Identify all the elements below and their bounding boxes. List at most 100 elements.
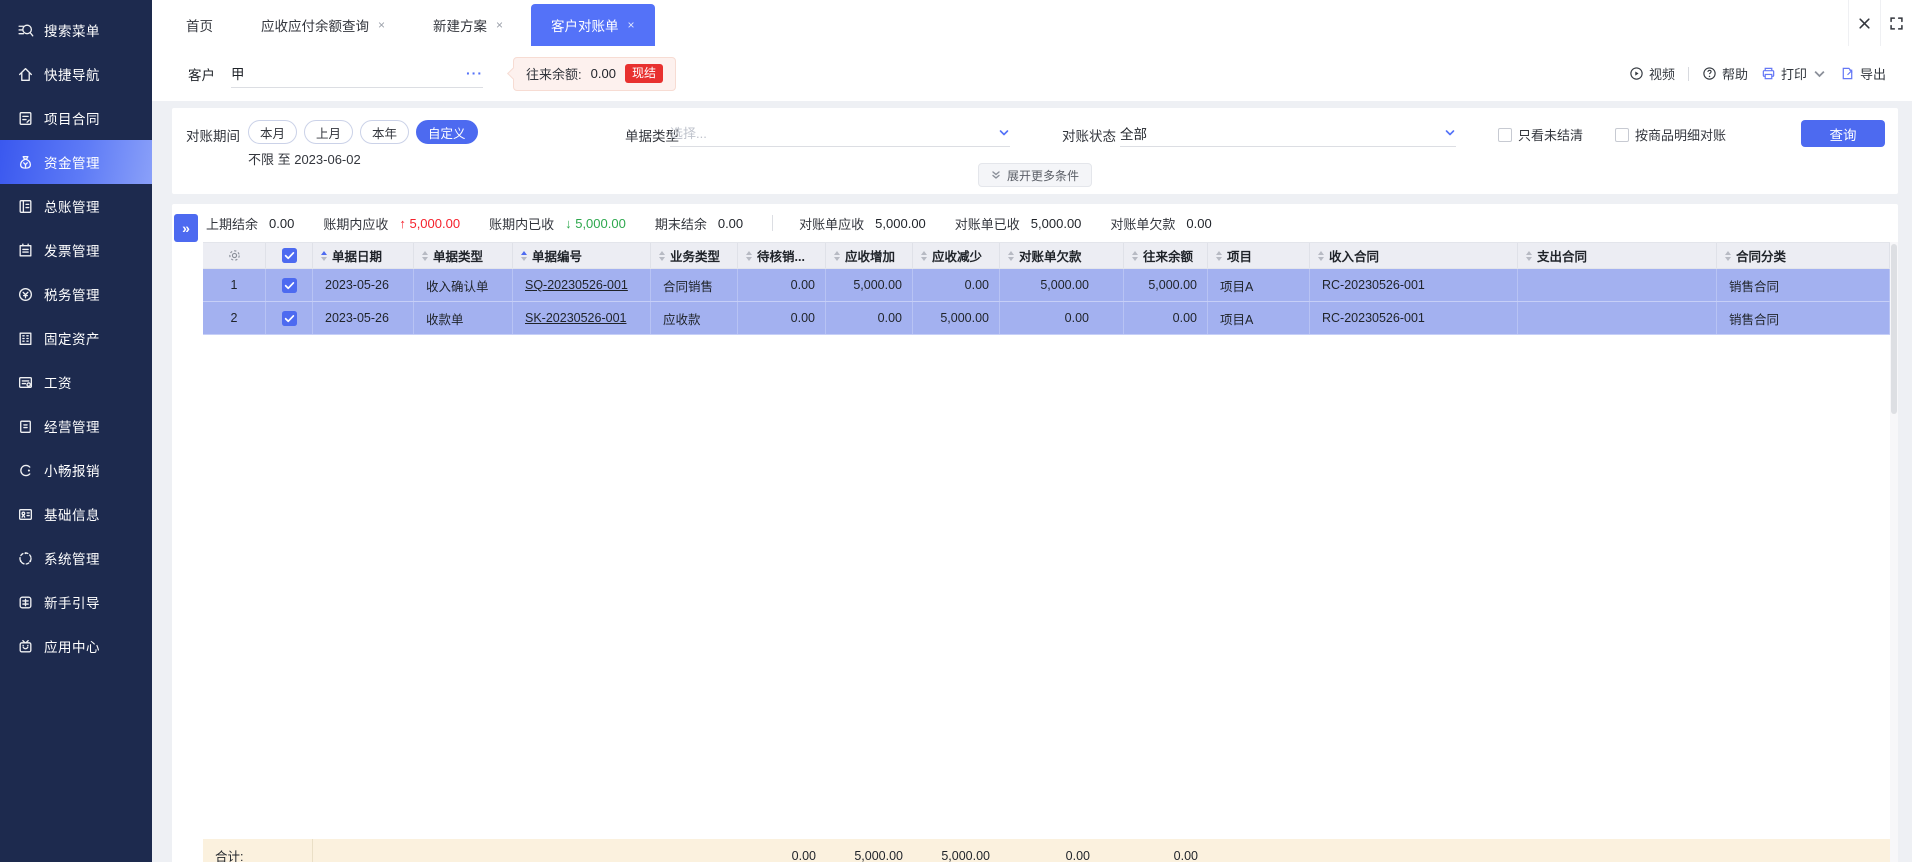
header-label: 单据日期 xyxy=(332,250,383,264)
cell-income-contract: RC-20230526-001 xyxy=(1310,302,1518,334)
chevron-down-icon[interactable] xyxy=(1812,66,1827,81)
tab-home[interactable]: 首页 xyxy=(166,4,233,46)
period-last-month[interactable]: 上月 xyxy=(304,120,354,144)
summary-label: 对账单欠款 xyxy=(1110,216,1176,232)
scrollbar-thumb[interactable] xyxy=(1891,244,1897,414)
date-range-value[interactable]: 不限 至 2023-06-02 xyxy=(248,149,361,168)
home-icon xyxy=(17,66,34,83)
sidebar-item-system-management[interactable]: 系统管理 xyxy=(0,536,152,580)
period-this-month[interactable]: 本月 xyxy=(248,120,298,144)
help-button[interactable]: 帮助 xyxy=(1702,64,1748,83)
sidebar-item-fixed-assets[interactable]: 固定资产 xyxy=(0,316,152,360)
summary-label: 对账单应收 xyxy=(799,216,865,232)
query-button[interactable]: 查询 xyxy=(1801,120,1885,147)
summary-value-up: ↑ 5,000.00 xyxy=(399,216,460,231)
sidebar-item-label: 基础信息 xyxy=(44,508,100,523)
status-select[interactable]: 全部 xyxy=(1120,119,1456,147)
id-card-icon xyxy=(17,506,34,523)
header-ar-decrease[interactable]: 应收减少 xyxy=(913,243,1000,268)
filter-panel: 对账期间 本月 上月 本年 自定义 不限 至 2023-06-02 单据类型 选… xyxy=(172,108,1898,194)
period-this-year[interactable]: 本年 xyxy=(360,120,410,144)
cell-project: 项目A xyxy=(1208,302,1310,334)
sidebar-item-invoice-management[interactable]: 发票管理 xyxy=(0,228,152,272)
toolbar-divider xyxy=(1687,66,1689,81)
building-icon xyxy=(17,330,34,347)
header-ar-increase[interactable]: 应收增加 xyxy=(826,243,913,268)
table-row[interactable]: 1 2023-05-26 收入确认单 SQ-20230526-001 合同销售 … xyxy=(203,269,1890,302)
header-doc-date[interactable]: 单据日期 xyxy=(313,243,414,268)
period-custom[interactable]: 自定义 xyxy=(416,120,478,144)
summary-label: 账期内已收 xyxy=(489,216,555,232)
sidebar-item-basic-info[interactable]: 基础信息 xyxy=(0,492,152,536)
header-stmt-debt[interactable]: 对账单欠款 xyxy=(1000,243,1124,268)
column-settings-header[interactable] xyxy=(203,243,266,268)
doc-no-link[interactable]: SK-20230526-001 xyxy=(525,311,626,325)
table-row[interactable]: 2 2023-05-26 收款单 SK-20230526-001 应收款 0.0… xyxy=(203,302,1890,335)
sidebar-item-funds-management[interactable]: 资金管理 xyxy=(0,140,152,184)
export-button[interactable]: 导出 xyxy=(1840,64,1886,83)
table-empty-area xyxy=(203,335,1890,839)
sidebar-item-label: 搜索菜单 xyxy=(44,24,100,39)
ledger-icon xyxy=(17,198,34,215)
search-menu-icon xyxy=(17,22,34,39)
header-doc-no[interactable]: 单据编号 xyxy=(513,243,651,268)
sidebar-item-app-center[interactable]: 应用中心 xyxy=(0,624,152,668)
header-contract-category[interactable]: 合同分类 xyxy=(1717,243,1890,268)
more-options-icon[interactable]: ··· xyxy=(466,65,483,81)
video-button[interactable]: 视频 xyxy=(1629,64,1675,83)
header-biz-type[interactable]: 业务类型 xyxy=(651,243,738,268)
select-all-checkbox[interactable] xyxy=(266,243,313,268)
sidebar-item-general-ledger[interactable]: 总账管理 xyxy=(0,184,152,228)
row-number: 2 xyxy=(203,302,266,334)
export-label: 导出 xyxy=(1859,67,1886,82)
sidebar-item-project-contract[interactable]: 项目合同 xyxy=(0,96,152,140)
summary-value: 5,000.00 xyxy=(875,215,926,231)
header-balance[interactable]: 往来余额 xyxy=(1124,243,1208,268)
sidebar-item-business-management[interactable]: 经营管理 xyxy=(0,404,152,448)
header-pending[interactable]: 待核销... xyxy=(738,243,826,268)
row-checkbox[interactable] xyxy=(266,302,313,334)
sidebar-item-label: 项目合同 xyxy=(44,112,100,127)
header-expense-contract[interactable]: 支出合同 xyxy=(1518,243,1717,268)
header-doc-type[interactable]: 单据类型 xyxy=(414,243,513,268)
tab-close-icon[interactable]: × xyxy=(496,19,503,31)
money-bag-icon xyxy=(17,154,34,171)
sidebar-item-tax-management[interactable]: 税务管理 xyxy=(0,272,152,316)
totals-stmt-debt: 0.00 xyxy=(1065,848,1090,862)
header-income-contract[interactable]: 收入合同 xyxy=(1310,243,1518,268)
sidebar-item-xiaochang-expense[interactable]: 小畅报销 xyxy=(0,448,152,492)
cell-stmt-debt: 5,000.00 xyxy=(1000,269,1124,301)
header-project[interactable]: 项目 xyxy=(1208,243,1310,268)
sidebar-item-newbie-guide[interactable]: 新手引导 xyxy=(0,580,152,624)
cell-income-contract: RC-20230526-001 xyxy=(1310,269,1518,301)
tab-new-plan[interactable]: 新建方案 × xyxy=(413,4,523,46)
tab-close-icon[interactable]: × xyxy=(378,19,385,31)
expand-more-button[interactable]: 展开更多条件 xyxy=(977,163,1093,187)
expand-sidebar-button[interactable]: » xyxy=(174,214,198,242)
tab-customer-statement[interactable]: 客户对账单 × xyxy=(531,4,655,46)
customer-input[interactable]: 甲 ··· xyxy=(231,59,483,88)
sidebar-item-label: 系统管理 xyxy=(44,552,100,567)
unsettled-only-checkbox[interactable]: 只看未结清 xyxy=(1498,125,1583,144)
sidebar-item-search-menu[interactable]: 搜索菜单 xyxy=(0,8,152,52)
fullscreen-icon[interactable] xyxy=(1880,0,1912,46)
header-label: 往来余额 xyxy=(1143,250,1194,264)
arrow-down-icon: ↓ xyxy=(565,215,572,231)
main-area: 首页 应收应付余额查询 × 新建方案 × 客户对账单 × 客户 甲 ··· 往来… xyxy=(152,0,1912,862)
sidebar-item-quick-nav[interactable]: 快捷导航 xyxy=(0,52,152,96)
doc-no-link[interactable]: SQ-20230526-001 xyxy=(525,278,628,292)
summary-value: 0.00 xyxy=(1186,215,1212,231)
header-label: 项目 xyxy=(1227,250,1253,264)
tab-close-icon[interactable]: × xyxy=(628,19,635,31)
close-icon[interactable] xyxy=(1848,0,1880,46)
totals-row: 合计: 0.00 5,000.00 5,000.00 0.00 0.00 xyxy=(203,839,1890,862)
print-button[interactable]: 打印 xyxy=(1761,64,1827,83)
tab-label: 客户对账单 xyxy=(551,19,619,34)
doc-type-select[interactable]: 选择... xyxy=(670,119,1010,147)
row-checkbox[interactable] xyxy=(266,269,313,301)
tab-ar-ap-balance-query[interactable]: 应收应付余额查询 × xyxy=(241,4,405,46)
sidebar-item-payroll[interactable]: 工资 xyxy=(0,360,152,404)
by-product-detail-checkbox[interactable]: 按商品明细对账 xyxy=(1615,125,1726,144)
sidebar-item-label: 工资 xyxy=(44,376,72,391)
vertical-scrollbar[interactable] xyxy=(1890,242,1898,862)
